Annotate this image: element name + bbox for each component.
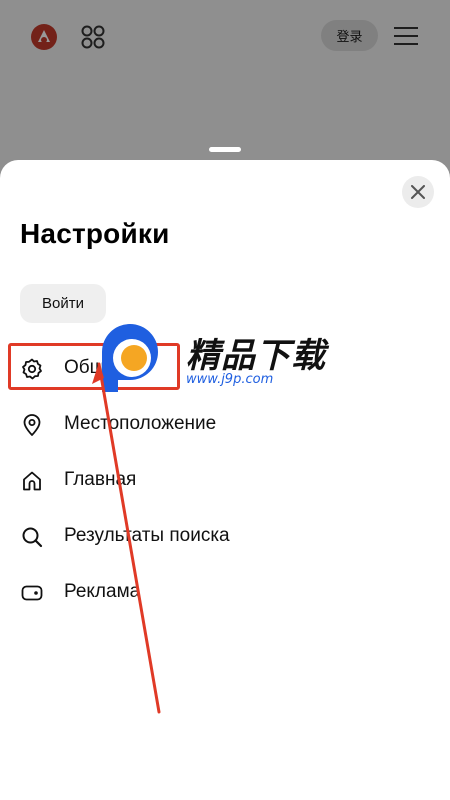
menu-item-search-results[interactable]: Результаты поиска [0,508,450,564]
watermark-url: www.j9p.com [186,372,274,387]
search-icon [22,527,43,548]
menu-item-location[interactable]: Местоположение [0,396,450,452]
watermark-logo-icon [102,324,158,392]
signin-button[interactable]: Войти [20,284,106,323]
watermark: 精品下载 www.j9p.com [96,322,356,398]
menu-item-ads[interactable]: Реклама [0,564,450,620]
menu-item-label: Реклама [64,581,141,602]
menu-item-home[interactable]: Главная [0,452,450,508]
watermark-brand: 精品下载 [186,336,326,376]
ad-tag-icon [21,585,43,601]
menu-item-label: Местоположение [64,413,217,434]
page-title: Настройки [20,218,170,249]
menu-item-label: Главная [64,469,137,490]
close-button[interactable] [402,176,434,208]
sheet-grabber-handle[interactable] [209,147,241,152]
location-pin-icon [23,414,41,436]
menu-item-label: Результаты поиска [64,525,230,546]
home-icon [23,471,41,491]
close-icon [411,185,425,199]
